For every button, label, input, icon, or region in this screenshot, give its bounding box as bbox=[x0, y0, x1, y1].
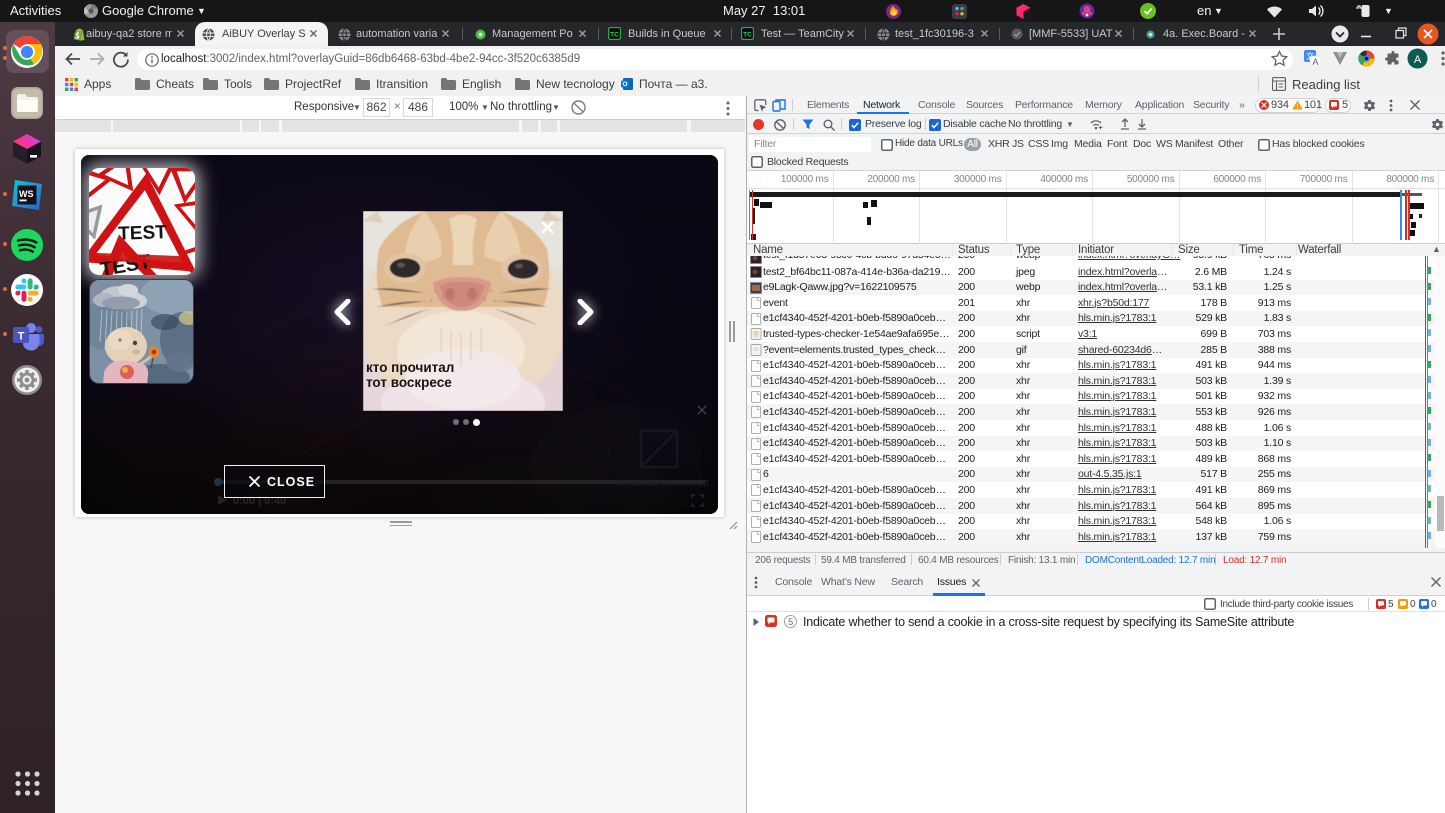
svg-text:TC: TC bbox=[610, 32, 619, 39]
svg-text:O: O bbox=[622, 81, 627, 88]
svg-text:T: T bbox=[18, 331, 25, 343]
svg-text:WS: WS bbox=[19, 189, 34, 199]
svg-text:TC: TC bbox=[743, 32, 752, 39]
svg-text:A: A bbox=[1312, 57, 1318, 67]
svg-text:A: A bbox=[1414, 54, 1422, 66]
